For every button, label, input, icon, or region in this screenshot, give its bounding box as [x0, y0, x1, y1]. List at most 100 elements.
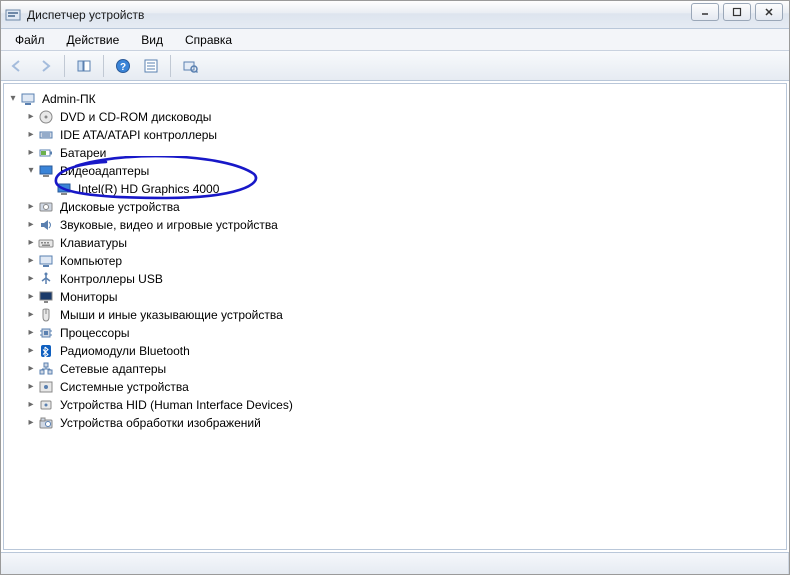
cpu-icon: [38, 325, 54, 341]
usb-icon: [38, 271, 54, 287]
maximize-button[interactable]: [723, 3, 751, 21]
tree-root-label: Admin-ПК: [40, 90, 98, 108]
tree-node-label: Intel(R) HD Graphics 4000: [76, 180, 221, 198]
title-bar: Диспетчер устройств: [1, 1, 789, 29]
toolbar-back-button[interactable]: [5, 54, 29, 78]
expand-arrow-closed-icon[interactable]: ▸: [24, 128, 38, 142]
tree-node-label: Мыши и иные указывающие устройства: [58, 306, 285, 324]
expand-arrow-open-icon[interactable]: ▾: [6, 92, 20, 106]
expand-arrow-closed-icon[interactable]: ▸: [24, 380, 38, 394]
tree-node-label: Радиомодули Bluetooth: [58, 342, 192, 360]
menu-view[interactable]: Вид: [131, 31, 173, 49]
tree-node-label: Контроллеры USB: [58, 270, 165, 288]
status-cell: [1, 553, 789, 574]
toolbar-properties-button[interactable]: [139, 54, 163, 78]
computer-icon: [20, 91, 36, 107]
hid-icon: [38, 397, 54, 413]
mouse-icon: [38, 307, 54, 323]
tree-node-label: Устройства обработки изображений: [58, 414, 263, 432]
expand-arrow-closed-icon[interactable]: ▸: [24, 146, 38, 160]
expand-arrow-closed-icon[interactable]: ▸: [24, 362, 38, 376]
tree-node[interactable]: ▸Intel(R) HD Graphics 4000: [42, 180, 784, 198]
tree-node[interactable]: ▸ Радиомодули Bluetooth: [24, 342, 784, 360]
tree-node[interactable]: ▸ Мониторы: [24, 288, 784, 306]
tree-node-label: Дисковые устройства: [58, 198, 182, 216]
expand-arrow-closed-icon[interactable]: ▸: [24, 200, 38, 214]
toolbar-separator: [64, 55, 65, 77]
toolbar-separator: [170, 55, 171, 77]
expand-arrow-closed-icon[interactable]: ▸: [24, 416, 38, 430]
tree-node[interactable]: ▸ Дисковые устройства: [24, 198, 784, 216]
caption-buttons: [691, 3, 783, 21]
app-icon: [5, 7, 21, 23]
expand-arrow-closed-icon[interactable]: ▸: [24, 308, 38, 322]
expand-arrow-closed-icon[interactable]: ▸: [24, 290, 38, 304]
monitor-icon: [38, 289, 54, 305]
tree-node[interactable]: ▸ Процессоры: [24, 324, 784, 342]
expand-arrow-closed-icon[interactable]: ▸: [24, 110, 38, 124]
close-button[interactable]: [755, 3, 783, 21]
menu-help[interactable]: Справка: [175, 31, 242, 49]
battery-icon: [38, 145, 54, 161]
menu-bar: Файл Действие Вид Справка: [1, 29, 789, 51]
toolbar-scan-button[interactable]: [178, 54, 202, 78]
display-icon: [38, 163, 54, 179]
tree-node[interactable]: ▸ Контроллеры USB: [24, 270, 784, 288]
ide-icon: [38, 127, 54, 143]
tree-node[interactable]: ▸ Батареи: [24, 144, 784, 162]
toolbar-show-hide-button[interactable]: [72, 54, 96, 78]
svg-text:?: ?: [120, 62, 126, 73]
bluetooth-icon: [38, 343, 54, 359]
tree-node-label: Компьютер: [58, 252, 124, 270]
tree-node-label: Устройства HID (Human Interface Devices): [58, 396, 295, 414]
tree-node[interactable]: ▸ Клавиатуры: [24, 234, 784, 252]
tree-node[interactable]: ▸ Устройства обработки изображений: [24, 414, 784, 432]
sound-icon: [38, 217, 54, 233]
imaging-icon: [38, 415, 54, 431]
tree-node-label: Батареи: [58, 144, 108, 162]
expand-arrow-closed-icon[interactable]: ▸: [24, 254, 38, 268]
toolbar-forward-button[interactable]: [33, 54, 57, 78]
tree-node[interactable]: ▸ Компьютер: [24, 252, 784, 270]
tree-node[interactable]: ▸ Звуковые, видео и игровые устройства: [24, 216, 784, 234]
toolbar-help-button[interactable]: ?: [111, 54, 135, 78]
device-tree-panel[interactable]: ▾Admin-ПК▸DVD и CD-ROM дисководы▸IDE ATA…: [3, 83, 787, 550]
tree-node[interactable]: ▸ Системные устройства: [24, 378, 784, 396]
expand-arrow-open-icon[interactable]: ▾: [24, 164, 38, 178]
computer-icon: [38, 253, 54, 269]
tree-node[interactable]: ▸ Мыши и иные указывающие устройства: [24, 306, 784, 324]
tree-node-label: Процессоры: [58, 324, 132, 342]
network-icon: [38, 361, 54, 377]
expand-arrow-closed-icon[interactable]: ▸: [24, 218, 38, 232]
tree-node-label: Системные устройства: [58, 378, 191, 396]
system-icon: [38, 379, 54, 395]
tree-node-label: Мониторы: [58, 288, 119, 306]
tree-node-label: Видеоадаптеры: [58, 162, 151, 180]
tree-node-label: Звуковые, видео и игровые устройства: [58, 216, 280, 234]
menu-action[interactable]: Действие: [57, 31, 130, 49]
status-bar: [1, 552, 789, 574]
expand-arrow-closed-icon[interactable]: ▸: [24, 326, 38, 340]
disk-icon: [38, 199, 54, 215]
tree-node[interactable]: ▸ Устройства HID (Human Interface Devices…: [24, 396, 784, 414]
expand-arrow-closed-icon[interactable]: ▸: [24, 272, 38, 286]
tree-node-label: Клавиатуры: [58, 234, 129, 252]
tree-node[interactable]: ▸ IDE ATA/ATAPI контроллеры: [24, 126, 784, 144]
toolbar-separator: [103, 55, 104, 77]
expand-arrow-closed-icon[interactable]: ▸: [24, 236, 38, 250]
tree-root-node[interactable]: ▾ Admin-ПК: [6, 90, 784, 108]
display-icon: [56, 181, 72, 197]
tree-node[interactable]: ▸Сетевые адаптеры: [24, 360, 784, 378]
tree-node[interactable]: ▸ DVD и CD-ROM дисководы: [24, 108, 784, 126]
tree-node-label: IDE ATA/ATAPI контроллеры: [58, 126, 219, 144]
expand-arrow-closed-icon[interactable]: ▸: [24, 398, 38, 412]
tree-node-label: DVD и CD-ROM дисководы: [58, 108, 213, 126]
menu-file[interactable]: Файл: [5, 31, 55, 49]
window-title: Диспетчер устройств: [27, 8, 144, 22]
toolbar: ?: [1, 51, 789, 81]
minimize-button[interactable]: [691, 3, 719, 21]
expand-arrow-closed-icon[interactable]: ▸: [24, 344, 38, 358]
tree-node[interactable]: ▾ Видеоадаптеры: [24, 162, 784, 180]
keyboard-icon: [38, 235, 54, 251]
disc-icon: [38, 109, 54, 125]
